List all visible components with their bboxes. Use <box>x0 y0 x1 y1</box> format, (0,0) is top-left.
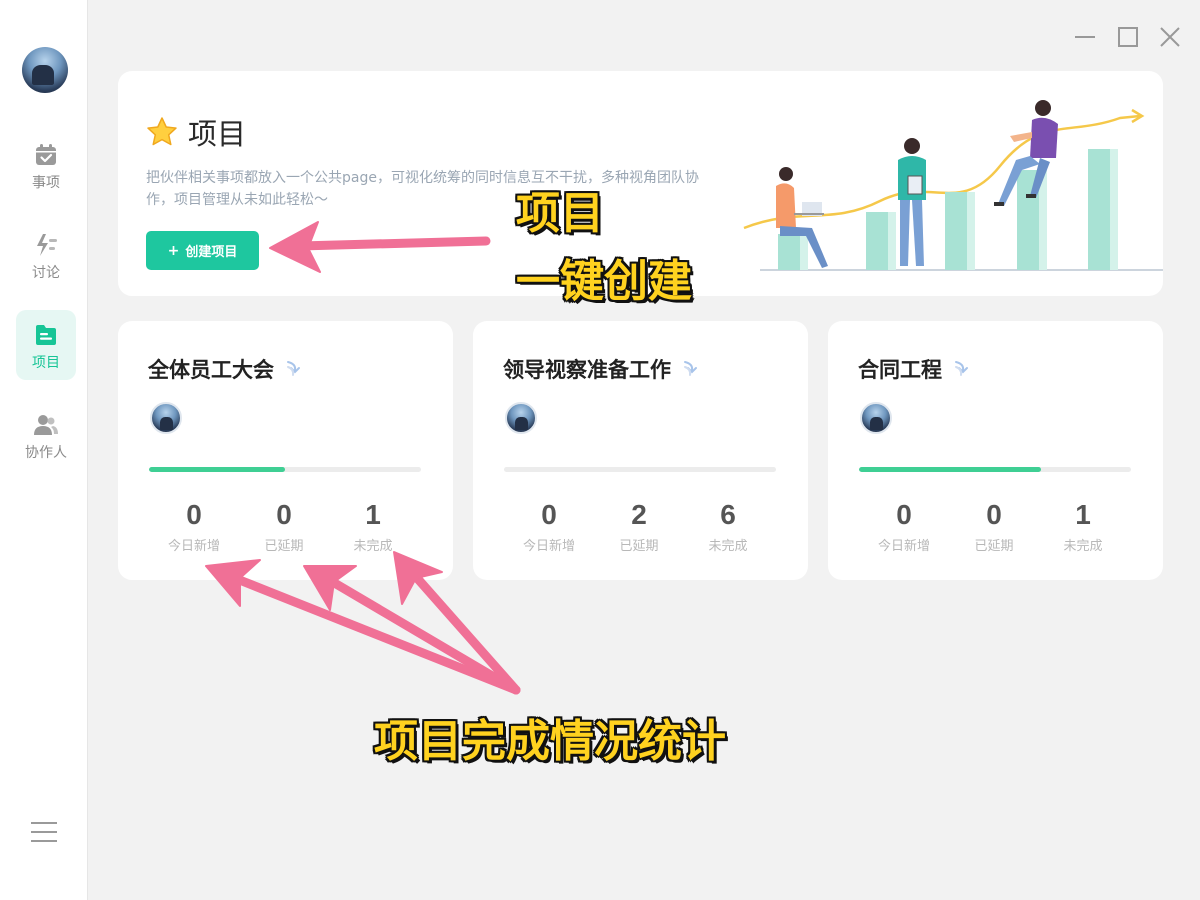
stat-delayed: 0 已延期 <box>949 497 1039 554</box>
stat-value: 0 <box>541 499 557 530</box>
sidebar-item-label: 项目 <box>32 355 60 371</box>
create-project-button[interactable]: + 创建项目 <box>146 231 259 270</box>
stat-unfinished: 6 未完成 <box>683 497 773 554</box>
member-avatar[interactable] <box>860 402 892 434</box>
user-avatar[interactable] <box>22 47 68 93</box>
double-chevron-icon[interactable] <box>950 358 972 380</box>
double-chevron-icon[interactable] <box>679 358 701 380</box>
sidebar: 事项 讨论 项目 协作人 <box>0 0 88 900</box>
stat-new-today: 0 今日新增 <box>149 497 239 554</box>
sidebar-item-label: 协作人 <box>25 445 67 461</box>
project-card[interactable]: 合同工程 0 今日新增 0 已延期 1 未完成 <box>828 321 1163 580</box>
stat-value: 6 <box>720 499 736 530</box>
stat-value: 0 <box>186 499 202 530</box>
sidebar-item-collaborators[interactable]: 协作人 <box>16 400 76 470</box>
project-title: 合同工程 <box>858 354 972 384</box>
stat-value: 0 <box>986 499 1002 530</box>
stat-new-today: 0 今日新增 <box>504 497 594 554</box>
stat-label: 已延期 <box>264 539 304 554</box>
stat-value: 2 <box>631 499 647 530</box>
stat-label: 今日新增 <box>522 539 575 554</box>
member-avatar[interactable] <box>150 402 182 434</box>
progress-bar <box>149 467 421 472</box>
stat-label: 未完成 <box>353 539 393 554</box>
annotation-text: 项目完成情况统计 <box>374 716 726 767</box>
hamburger-menu-icon[interactable] <box>31 820 57 844</box>
project-title: 全体员工大会 <box>148 354 304 384</box>
annotation-text: 项目 <box>516 188 604 239</box>
stat-value: 0 <box>896 499 912 530</box>
maximize-icon[interactable] <box>1115 24 1141 50</box>
annotation-text: 一键创建 <box>516 256 692 307</box>
stat-label: 已延期 <box>619 539 659 554</box>
star-icon <box>147 117 177 146</box>
minimize-icon[interactable] <box>1072 24 1098 50</box>
lightning-icon <box>37 234 57 256</box>
stat-value: 1 <box>1075 499 1091 530</box>
project-card[interactable]: 全体员工大会 0 今日新增 0 已延期 1 未完成 <box>118 321 453 580</box>
project-title-text: 领导视察准备工作 <box>503 358 671 382</box>
stat-label: 已延期 <box>974 539 1014 554</box>
sidebar-item-projects[interactable]: 项目 <box>16 310 76 380</box>
stat-label: 未完成 <box>1063 539 1103 554</box>
page-title-text: 项目 <box>188 117 247 151</box>
close-icon[interactable] <box>1157 24 1183 50</box>
sidebar-item-label: 事项 <box>32 175 60 191</box>
project-title-text: 全体员工大会 <box>148 358 274 382</box>
stat-unfinished: 1 未完成 <box>1038 497 1128 554</box>
folder-icon <box>36 325 56 345</box>
stat-unfinished: 1 未完成 <box>328 497 418 554</box>
progress-bar <box>504 467 776 472</box>
sidebar-item-discussion[interactable]: 讨论 <box>16 220 76 290</box>
create-project-label: 创建项目 <box>185 245 238 260</box>
stat-value: 1 <box>365 499 381 530</box>
stat-delayed: 2 已延期 <box>594 497 684 554</box>
progress-fill <box>859 467 1042 472</box>
stat-value: 0 <box>276 499 292 530</box>
project-title: 领导视察准备工作 <box>503 354 701 384</box>
project-card[interactable]: 领导视察准备工作 0 今日新增 2 已延期 6 未完成 <box>473 321 808 580</box>
stat-label: 今日新增 <box>877 539 930 554</box>
stat-label: 未完成 <box>708 539 748 554</box>
project-title-text: 合同工程 <box>858 358 942 382</box>
sidebar-item-label: 讨论 <box>32 265 60 281</box>
people-icon <box>34 415 58 435</box>
stat-new-today: 0 今日新增 <box>859 497 949 554</box>
plus-icon: + <box>167 242 180 259</box>
stat-label: 今日新增 <box>167 539 220 554</box>
calendar-check-icon <box>36 144 56 165</box>
sidebar-item-tasks[interactable]: 事项 <box>16 130 76 200</box>
stat-delayed: 0 已延期 <box>239 497 329 554</box>
progress-fill <box>149 467 285 472</box>
team-growth-illustration <box>743 100 1163 271</box>
double-chevron-icon[interactable] <box>282 358 304 380</box>
page-title: 项目 <box>146 111 246 153</box>
member-avatar[interactable] <box>505 402 537 434</box>
progress-bar <box>859 467 1131 472</box>
page-description: 把伙伴相关事项都放入一个公共page，可视化统筹的同时信息互不干扰，多种视角团队… <box>146 170 699 208</box>
